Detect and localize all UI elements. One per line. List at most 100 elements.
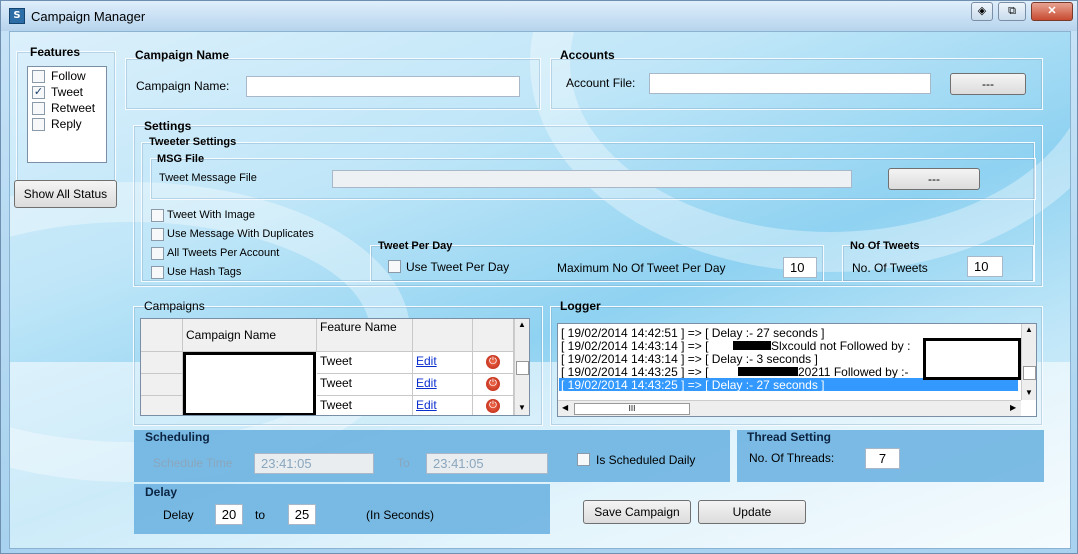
feature-cell[interactable]: Tweet [317,352,413,374]
tweet-with-image-label: Tweet With Image [167,209,256,221]
edit-link[interactable]: Edit [416,376,437,390]
tweet-message-file-input[interactable] [332,170,852,188]
feature-name-column-header[interactable]: Feature Name [317,319,413,352]
scroll-thumb[interactable] [1023,366,1036,380]
campaign-name-legend: Campaign Name [135,48,230,62]
campaign-name-label: Campaign Name: [136,79,230,93]
account-file-input[interactable] [649,73,931,94]
edit-cell[interactable]: Edit [413,396,473,415]
delay-legend: Delay [145,485,178,499]
delete-cell[interactable]: ⏻ [473,396,514,415]
accounts-legend: Accounts [560,48,615,62]
delete-column-header [473,319,514,352]
follow-label: Follow [51,69,86,83]
edit-link[interactable]: Edit [416,354,437,368]
account-file-browse-button[interactable]: --- [950,73,1026,95]
no-of-tweets-legend: No Of Tweets [850,240,920,252]
scroll-down-icon[interactable]: ▼ [1025,388,1033,397]
delete-cell[interactable]: ⏻ [473,374,514,396]
no-of-tweets-input[interactable]: 10 [967,256,1003,277]
scheduling-legend: Scheduling [145,430,210,444]
delay-to-input[interactable]: 25 [288,504,316,525]
campaigns-scrollbar[interactable]: ▲ ▼ [514,319,529,415]
retweet-checkbox[interactable] [32,102,45,115]
no-of-tweets-label: No. Of Tweets [852,261,928,275]
delete-icon[interactable]: ⏻ [486,377,500,391]
delay-group [134,484,550,534]
row-header[interactable] [141,352,183,374]
logger-vscrollbar[interactable]: ▲ ▼ [1021,324,1036,400]
settings-legend: Settings [144,119,192,133]
log-line-suffix: Slxcould not Followed by : [771,339,911,353]
max-tweet-per-day-label: Maximum No Of Tweet Per Day [557,261,726,275]
log-line: [ 19/02/2014 14:43:25 ] => [ Delay :- 27… [561,378,825,392]
features-list: Follow ✓ Tweet Retweet Reply [27,66,107,163]
row-header[interactable] [141,396,183,415]
help-button[interactable]: ◈ [971,2,993,21]
scroll-thumb[interactable] [516,361,529,375]
retweet-label: Retweet [51,101,96,115]
delay-unit-label: (In Seconds) [366,508,435,522]
schedule-time-to-input[interactable]: 23:41:05 [426,453,548,474]
scroll-down-icon[interactable]: ▼ [518,403,526,412]
features-legend: Features [30,45,81,59]
close-button[interactable]: ✕ [1031,2,1073,21]
edit-cell[interactable]: Edit [413,374,473,396]
feature-cell[interactable]: Tweet [317,396,413,415]
grid-corner [141,319,183,352]
title-bar: S Campaign Manager ◈ ⧉ ✕ [1,1,1077,31]
use-message-duplicates-checkbox[interactable] [151,228,164,241]
log-line: [ 19/02/2014 14:43:14 ] => [ [561,339,709,353]
delete-icon[interactable]: ⏻ [486,355,500,369]
reply-label: Reply [51,117,82,131]
show-all-status-button[interactable]: Show All Status [14,180,117,208]
row-header[interactable] [141,374,183,396]
log-line-suffix: 20211 Followed by :- [798,365,909,379]
save-campaign-button[interactable]: Save Campaign [583,500,691,524]
restore-button[interactable]: ⧉ [998,2,1026,21]
follow-checkbox[interactable] [32,70,45,83]
redacted-campaign-names [183,352,316,415]
log-line: [ 19/02/2014 14:42:51 ] => [ Delay :- 27… [561,326,825,340]
delay-from-input[interactable]: 20 [215,504,243,525]
window-title: Campaign Manager [31,9,146,24]
update-button[interactable]: Update [698,500,806,524]
scroll-up-icon[interactable]: ▲ [518,320,526,329]
scroll-up-icon[interactable]: ▲ [1025,325,1033,334]
delete-icon[interactable]: ⏻ [486,399,500,413]
tweet-message-file-browse-button[interactable]: --- [888,168,980,190]
log-line: [ 19/02/2014 14:43:25 ] => [ [561,365,709,379]
scroll-right-icon[interactable]: ▶ [1010,403,1016,412]
logger-hscrollbar[interactable]: ◀ III ▶ [558,400,1021,416]
campaign-name-column-header[interactable]: Campaign Name [183,319,317,352]
logger-list[interactable]: [ 19/02/2014 14:42:51 ] => [ Delay :- 27… [557,323,1037,417]
use-tweet-per-day-checkbox[interactable] [388,260,401,273]
is-scheduled-daily-checkbox[interactable] [577,453,590,466]
use-tweet-per-day-label: Use Tweet Per Day [406,260,510,274]
is-scheduled-daily-label: Is Scheduled Daily [596,453,696,467]
tweet-with-image-checkbox[interactable] [151,209,164,222]
tweet-checkbox[interactable]: ✓ [32,86,45,99]
delete-cell[interactable]: ⏻ [473,352,514,374]
use-hash-tags-checkbox[interactable] [151,266,164,279]
edit-link[interactable]: Edit [416,398,437,412]
no-of-threads-label: No. Of Threads: [749,451,835,465]
log-line: [ 19/02/2014 14:43:14 ] => [ Delay :- 3 … [561,352,818,366]
redacted-text [733,341,771,350]
schedule-to-label: To [397,456,410,470]
campaign-name-input[interactable] [246,76,520,97]
feature-cell[interactable]: Tweet [317,374,413,396]
schedule-time-from-input[interactable]: 23:41:05 [254,453,374,474]
edit-column-header [413,319,473,352]
all-tweets-per-account-label: All Tweets Per Account [167,247,280,259]
account-file-label: Account File: [566,76,636,90]
scroll-left-icon[interactable]: ◀ [562,403,568,412]
all-tweets-per-account-checkbox[interactable] [151,247,164,260]
max-tweet-per-day-input[interactable]: 10 [783,257,817,278]
msg-file-legend: MSG File [157,153,205,165]
reply-checkbox[interactable] [32,118,45,131]
campaigns-legend: Campaigns [144,299,205,313]
hscroll-thumb[interactable]: III [574,403,690,415]
edit-cell[interactable]: Edit [413,352,473,374]
no-of-threads-input[interactable]: 7 [865,448,900,469]
